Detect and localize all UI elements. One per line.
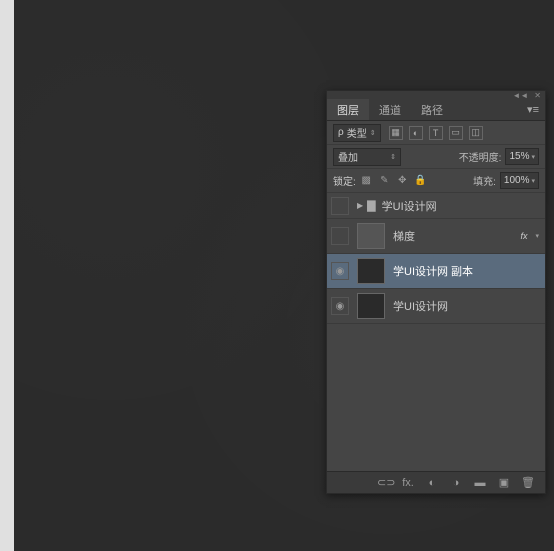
chevron-down-icon[interactable]: ▾ xyxy=(535,232,539,240)
filter-shape-icon[interactable]: ▭ xyxy=(449,126,463,140)
filter-pixel-icon[interactable]: ▦ xyxy=(389,126,403,140)
fill-input[interactable]: 100% ▾ xyxy=(500,172,539,189)
layer-name[interactable]: 学UI设计网 xyxy=(393,298,545,314)
lock-pixels-icon[interactable]: ✎ xyxy=(378,174,391,187)
panel-tabs: 图层 通道 路径 ▾≡ xyxy=(327,99,545,121)
visibility-toggle[interactable] xyxy=(331,227,349,245)
fx-badge[interactable]: fx xyxy=(520,231,527,241)
tab-layers[interactable]: 图层 xyxy=(327,99,369,120)
filter-adjust-icon[interactable]: ◐ xyxy=(409,126,423,140)
opacity-input[interactable]: 15% ▾ xyxy=(505,148,539,165)
blend-row: 叠加 ⇕ 不透明度: 15% ▾ xyxy=(327,145,545,169)
layer-row[interactable]: 梯度 fx ▾ xyxy=(327,219,545,254)
lock-all-icon[interactable]: 🔒 xyxy=(414,174,427,187)
lock-label: 锁定: xyxy=(333,173,356,188)
filter-kind-label: 类型 xyxy=(347,125,367,140)
visibility-toggle[interactable]: ◉ xyxy=(331,297,349,315)
layer-name[interactable]: 学UI设计网 副本 xyxy=(393,263,545,279)
fill-label: 填充: xyxy=(473,173,496,188)
fill-value: 100% xyxy=(504,175,530,186)
lock-row: 锁定: ▩ ✎ ✥ 🔒 填充: 100% ▾ xyxy=(327,169,545,193)
chevron-down-icon: ▾ xyxy=(531,177,535,185)
layer-thumbnail[interactable] xyxy=(357,223,385,249)
visibility-toggle[interactable] xyxy=(331,197,349,215)
adjustment-icon[interactable]: ◑ xyxy=(449,477,463,489)
chevron-down-icon: ⇕ xyxy=(370,129,376,137)
folder-icon: ▇ xyxy=(367,199,375,212)
fx-icon[interactable]: fx. xyxy=(401,477,415,489)
canvas-edge xyxy=(0,0,14,551)
layer-row[interactable]: ◉ 学UI设计网 副本 xyxy=(327,254,545,289)
lock-transparency-icon[interactable]: ▩ xyxy=(360,174,373,187)
opacity-value: 15% xyxy=(509,151,529,162)
visibility-toggle[interactable]: ◉ xyxy=(331,262,349,280)
expand-icon[interactable]: ▶ xyxy=(357,201,363,210)
filter-smart-icon[interactable]: ◫ xyxy=(469,126,483,140)
filter-type-icons: ▦ ◐ T ▭ ◫ xyxy=(389,126,483,140)
link-layers-icon[interactable]: ⊂⊃ xyxy=(377,476,391,489)
layer-name[interactable]: 学UI设计网 xyxy=(382,198,545,214)
layer-thumbnail[interactable] xyxy=(357,258,385,284)
group-icon[interactable]: ▬ xyxy=(473,477,487,489)
layer-row[interactable]: ◉ 学UI设计网 xyxy=(327,289,545,324)
layers-panel: ◄◄ ✕ 图层 通道 路径 ▾≡ ρ 类型 ⇕ ▦ ◐ T ▭ ◫ 叠加 ⇕ 不… xyxy=(326,90,546,494)
new-layer-icon[interactable]: ▣ xyxy=(497,476,511,489)
layers-list: ▶ ▇ 学UI设计网 梯度 fx ▾ ◉ 学UI设计网 副本 ◉ 学UI设计网 xyxy=(327,193,545,471)
chevron-down-icon: ⇕ xyxy=(390,153,396,161)
filter-row: ρ 类型 ⇕ ▦ ◐ T ▭ ◫ xyxy=(327,121,545,145)
tab-paths[interactable]: 路径 xyxy=(411,99,453,120)
layers-bottom-toolbar: ⊂⊃ fx. ◐ ◑ ▬ ▣ 🗑 xyxy=(327,471,545,493)
mask-icon[interactable]: ◐ xyxy=(425,477,439,489)
opacity-label: 不透明度: xyxy=(459,149,502,164)
tab-channels[interactable]: 通道 xyxy=(369,99,411,120)
filter-kind-select[interactable]: ρ 类型 ⇕ xyxy=(333,124,381,142)
panel-menu-icon[interactable]: ▾≡ xyxy=(521,99,545,120)
chevron-down-icon: ▾ xyxy=(531,153,535,161)
search-icon: ρ xyxy=(338,127,344,138)
filter-type-icon[interactable]: T xyxy=(429,126,443,140)
blend-mode-value: 叠加 xyxy=(338,149,358,164)
layer-thumbnail[interactable] xyxy=(357,293,385,319)
blend-mode-select[interactable]: 叠加 ⇕ xyxy=(333,148,401,166)
layer-row[interactable]: ▶ ▇ 学UI设计网 xyxy=(327,193,545,219)
panel-titlebar: ◄◄ ✕ xyxy=(327,91,545,99)
lock-position-icon[interactable]: ✥ xyxy=(396,174,409,187)
layer-name[interactable]: 梯度 xyxy=(393,228,520,244)
trash-icon[interactable]: 🗑 xyxy=(521,476,535,489)
